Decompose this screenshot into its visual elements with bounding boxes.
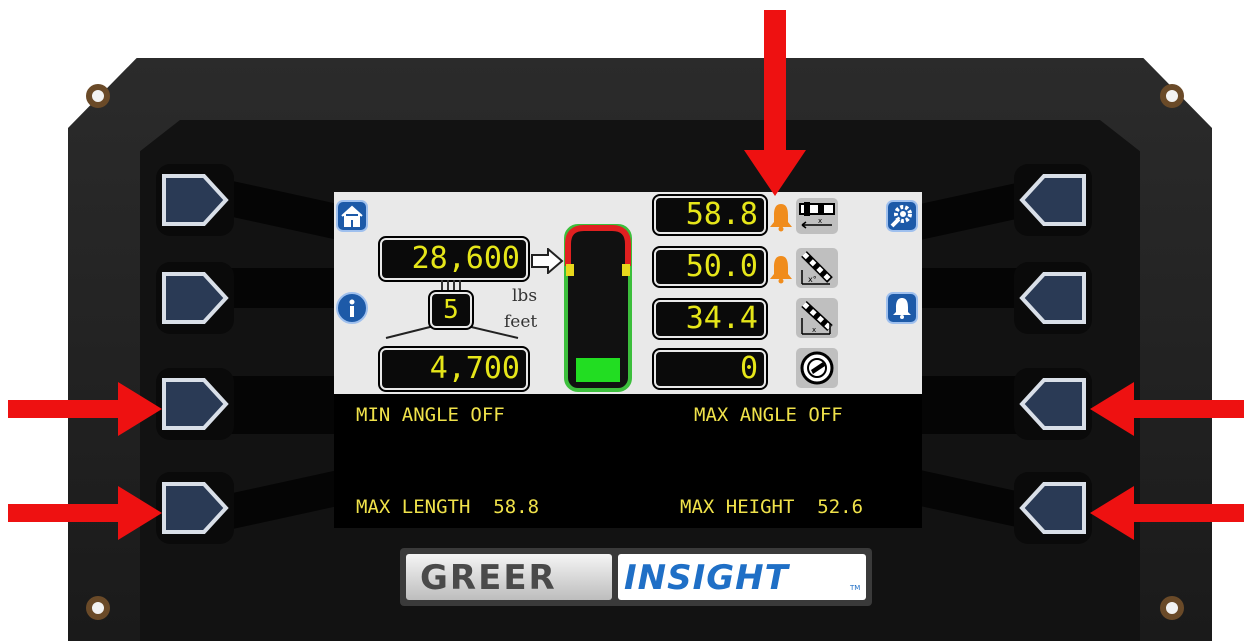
arrow-down-to-bell	[744, 10, 806, 196]
arrow-right-softkey-4	[1090, 486, 1244, 540]
arrow-left-softkey-3	[8, 382, 162, 436]
arrow-left-softkey-4	[8, 486, 162, 540]
annotation-arrows	[8, 10, 1244, 540]
arrow-right-softkey-3	[1090, 382, 1244, 436]
